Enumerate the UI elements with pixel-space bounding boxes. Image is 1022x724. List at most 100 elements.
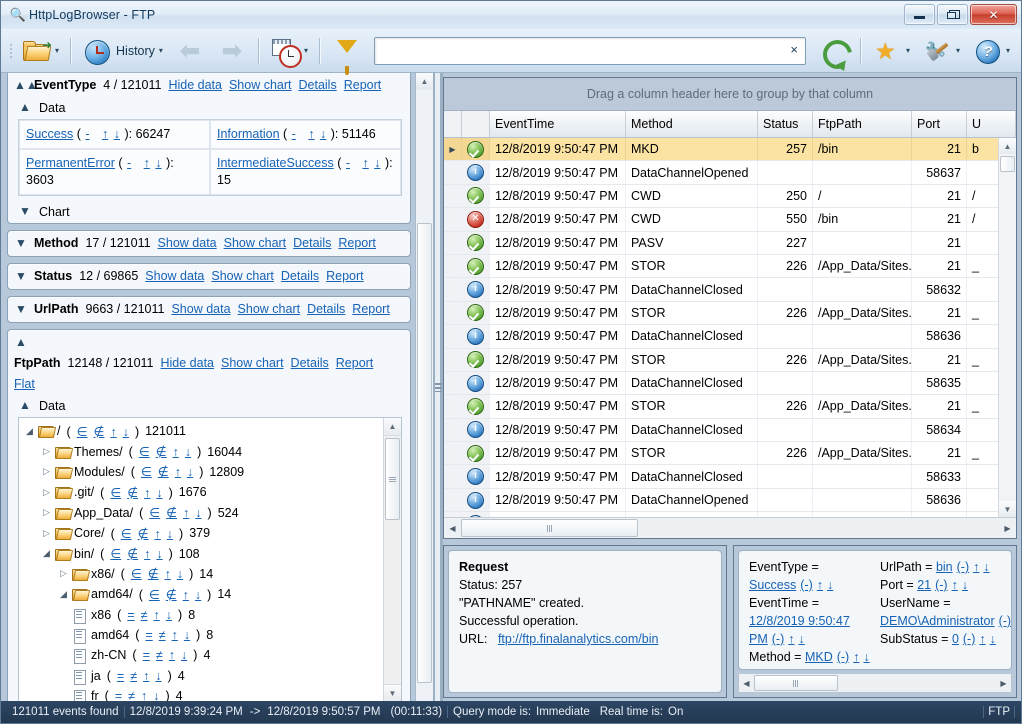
favorites-dropdown-caret[interactable]: ▾ xyxy=(906,46,910,55)
tree-node[interactable]: ▷ Themes/(∈ ∉ ↑ ↓) 16044 xyxy=(22,441,384,461)
help-button[interactable]: ? ▾ xyxy=(967,33,1015,69)
tree-node-operators[interactable]: (∈ ∉ ↑ ↓) xyxy=(108,526,187,541)
op-up[interactable]: ↑ xyxy=(143,156,151,170)
field-value-link[interactable]: bin xyxy=(936,560,953,574)
group-method-header[interactable]: ▼ Method 17 / 121011 Show data Show char… xyxy=(8,231,410,256)
field-op-exclude[interactable]: (-) xyxy=(999,614,1011,628)
scroll-down-arrow-icon[interactable]: ▼ xyxy=(999,501,1016,517)
table-row[interactable]: i 12/8/2019 9:50:47 PM DataChannelClosed 58… xyxy=(444,465,999,489)
expand-chevron-icon[interactable]: ▼ xyxy=(14,269,28,284)
field-op-exclude[interactable]: (-) xyxy=(957,560,970,574)
group-eventtype-report-link[interactable]: Report xyxy=(344,78,382,92)
tree-node[interactable]: fr(= ≠ ↑ ↓) 4 xyxy=(22,686,384,701)
table-row[interactable]: 12/8/2019 9:50:47 PM STOR 226/App_Data/Sit… xyxy=(444,301,999,326)
grid-horizontal-scrollbar[interactable]: ◀ ▶ xyxy=(444,517,1016,538)
field-op-exclude[interactable]: (-) xyxy=(837,650,850,664)
ftppath-data-subheader[interactable]: ▲ Data xyxy=(8,396,410,417)
expand-triangle-icon[interactable]: ▷ xyxy=(39,507,54,518)
group-urlpath-header[interactable]: ▼ UrlPath 9663 / 121011 Show data Show c… xyxy=(8,297,410,322)
filter-button[interactable] xyxy=(326,33,366,75)
table-row[interactable]: 12/8/2019 9:50:47 PM PASV 227 21 xyxy=(444,231,999,255)
field-op-down[interactable]: ↓ xyxy=(983,560,989,574)
field-value-link[interactable]: Success xyxy=(749,578,796,592)
scrollbar-thumb[interactable] xyxy=(754,675,838,691)
tree-node[interactable]: x86(= ≠ ↑ ↓) 8 xyxy=(22,605,384,625)
field-op-down[interactable]: ↓ xyxy=(990,632,996,646)
expand-chevron-icon[interactable]: ▼ xyxy=(14,236,28,251)
op-exclude[interactable]: - xyxy=(345,156,351,170)
field-value-link[interactable]: MKD xyxy=(805,650,833,664)
tools-dropdown-caret[interactable]: ▾ xyxy=(956,46,960,55)
table-row[interactable]: i 12/8/2019 9:50:47 PMDataChannelOpened 58… xyxy=(444,161,999,185)
field-value-link[interactable]: 21 xyxy=(917,578,931,592)
column-header-method[interactable]: Method xyxy=(626,111,758,137)
field-op-exclude[interactable]: (-) xyxy=(772,632,785,646)
group-by-drop-area[interactable]: Drag a column header here to group by th… xyxy=(444,78,1016,111)
tree-node[interactable]: ▷ Modules/(∈ ∉ ↑ ↓) 12809 xyxy=(22,462,384,482)
field-value-link[interactable]: DEMO\Administrator xyxy=(880,614,995,628)
field-op-down[interactable]: ↓ xyxy=(863,650,869,664)
table-row[interactable]: i 12/8/2019 9:50:47 PMDataChannelOpened 58… xyxy=(444,488,999,513)
group-method-details-link[interactable]: Details xyxy=(293,236,331,250)
left-pane-scrollbar[interactable]: ▲ xyxy=(415,73,433,701)
tree-node-operators[interactable]: (∈ ∉ ↑ ↓) xyxy=(97,546,176,561)
maximize-button[interactable] xyxy=(937,4,968,25)
table-row[interactable]: 12/8/2019 9:50:47 PM STOR 226/App_Data/Sit… xyxy=(444,395,999,419)
op-down[interactable]: ↓ xyxy=(373,156,381,170)
collapse-triangle-icon[interactable]: ◢ xyxy=(39,548,54,559)
group-status-report-link[interactable]: Report xyxy=(326,269,364,283)
open-button[interactable]: ➜ ▾ xyxy=(16,33,64,69)
scrollbar-thumb[interactable] xyxy=(1000,156,1015,172)
field-op-exclude[interactable]: (-) xyxy=(824,668,837,669)
scroll-left-arrow-icon[interactable]: ◀ xyxy=(739,679,754,688)
op-down[interactable]: ↓ xyxy=(319,127,327,141)
table-row[interactable]: ▶ 12/8/2019 9:50:47 PM MKD 257/bin 21 b xyxy=(444,138,999,162)
expand-triangle-icon[interactable]: ▷ xyxy=(56,568,71,579)
field-op-exclude[interactable]: (-) xyxy=(963,632,976,646)
field-op-up[interactable]: ↑ xyxy=(840,668,846,669)
tree-node-operators[interactable]: (= ≠ ↑ ↓) xyxy=(114,608,185,622)
history-dropdown-caret[interactable]: ▾ xyxy=(159,46,163,55)
grid-vertical-scrollbar[interactable]: ▲ ▼ xyxy=(998,138,1016,517)
fields-hscroll-track[interactable] xyxy=(754,674,996,692)
refresh-button[interactable] xyxy=(814,33,858,75)
fields-panel-horizontal-scrollbar[interactable]: ◀ ▶ xyxy=(738,674,1012,693)
field-op-down[interactable]: ↓ xyxy=(799,632,805,646)
tree-node-operators[interactable]: (= ≠ ↑ ↓) xyxy=(104,669,175,683)
group-ftppath-report-link[interactable]: Report xyxy=(336,356,374,370)
scroll-left-arrow-icon[interactable]: ◀ xyxy=(444,524,461,533)
expand-triangle-icon[interactable]: ▷ xyxy=(39,528,54,539)
schedule-button[interactable]: ▾ xyxy=(265,33,313,69)
tree-node[interactable]: ja(= ≠ ↑ ↓) 4 xyxy=(22,666,384,686)
open-dropdown-caret[interactable]: ▾ xyxy=(55,46,59,55)
group-ftppath-hide-data-link[interactable]: Hide data xyxy=(161,356,215,370)
table-row[interactable]: 12/8/2019 9:50:47 PM STOR 226/App_Data/Sit… xyxy=(444,442,999,466)
tree-node[interactable]: zh-CN(= ≠ ↑ ↓) 4 xyxy=(22,645,384,665)
data-collapse-chevron-icon[interactable]: ▲ xyxy=(18,398,32,413)
scroll-up-arrow-icon[interactable]: ▲ xyxy=(999,138,1016,154)
group-method-show-data-link[interactable]: Show data xyxy=(158,236,217,250)
tree-node[interactable]: ▷ .git/(∈ ∉ ↑ ↓) 1676 xyxy=(22,482,384,502)
op-exclude[interactable]: - xyxy=(291,127,297,141)
group-status-show-data-link[interactable]: Show data xyxy=(145,269,204,283)
expand-triangle-icon[interactable]: ▷ xyxy=(39,446,54,457)
data-collapse-chevron-icon[interactable]: ▲ xyxy=(18,100,32,115)
group-urlpath-show-chart-link[interactable]: Show chart xyxy=(238,302,301,316)
help-dropdown-caret[interactable]: ▾ xyxy=(1006,46,1010,55)
group-ftppath-header[interactable]: ▲ FtpPath 12148 / 121011 Hide data Show … xyxy=(8,330,410,396)
field-value-link[interactable]: 0 xyxy=(952,632,959,646)
eventtype-data-subheader[interactable]: ▲ Data xyxy=(8,98,410,119)
tree-node[interactable]: ◢ bin/(∈ ∉ ↑ ↓) 108 xyxy=(22,543,384,563)
scrollbar-thumb[interactable] xyxy=(417,223,432,683)
field-op-up[interactable]: ↑ xyxy=(853,650,859,664)
field-op-up[interactable]: ↑ xyxy=(952,578,958,592)
scrollbar-thumb[interactable] xyxy=(461,519,638,537)
column-header-urlpath[interactable]: U xyxy=(967,111,1016,137)
scroll-up-arrow-icon[interactable]: ▲ xyxy=(416,73,433,90)
group-urlpath-show-data-link[interactable]: Show data xyxy=(171,302,230,316)
table-row[interactable]: i 12/8/2019 9:50:47 PM DataChannelClosed 58… xyxy=(444,278,999,302)
eventtype-intermediatesuccess-link[interactable]: IntermediateSuccess xyxy=(217,156,334,170)
toolbar-grip[interactable] xyxy=(7,38,14,64)
column-header-ftppath[interactable]: FtpPath xyxy=(813,111,912,137)
request-url-link[interactable]: ftp://ftp.finalanalytics.com/bin xyxy=(498,632,659,646)
